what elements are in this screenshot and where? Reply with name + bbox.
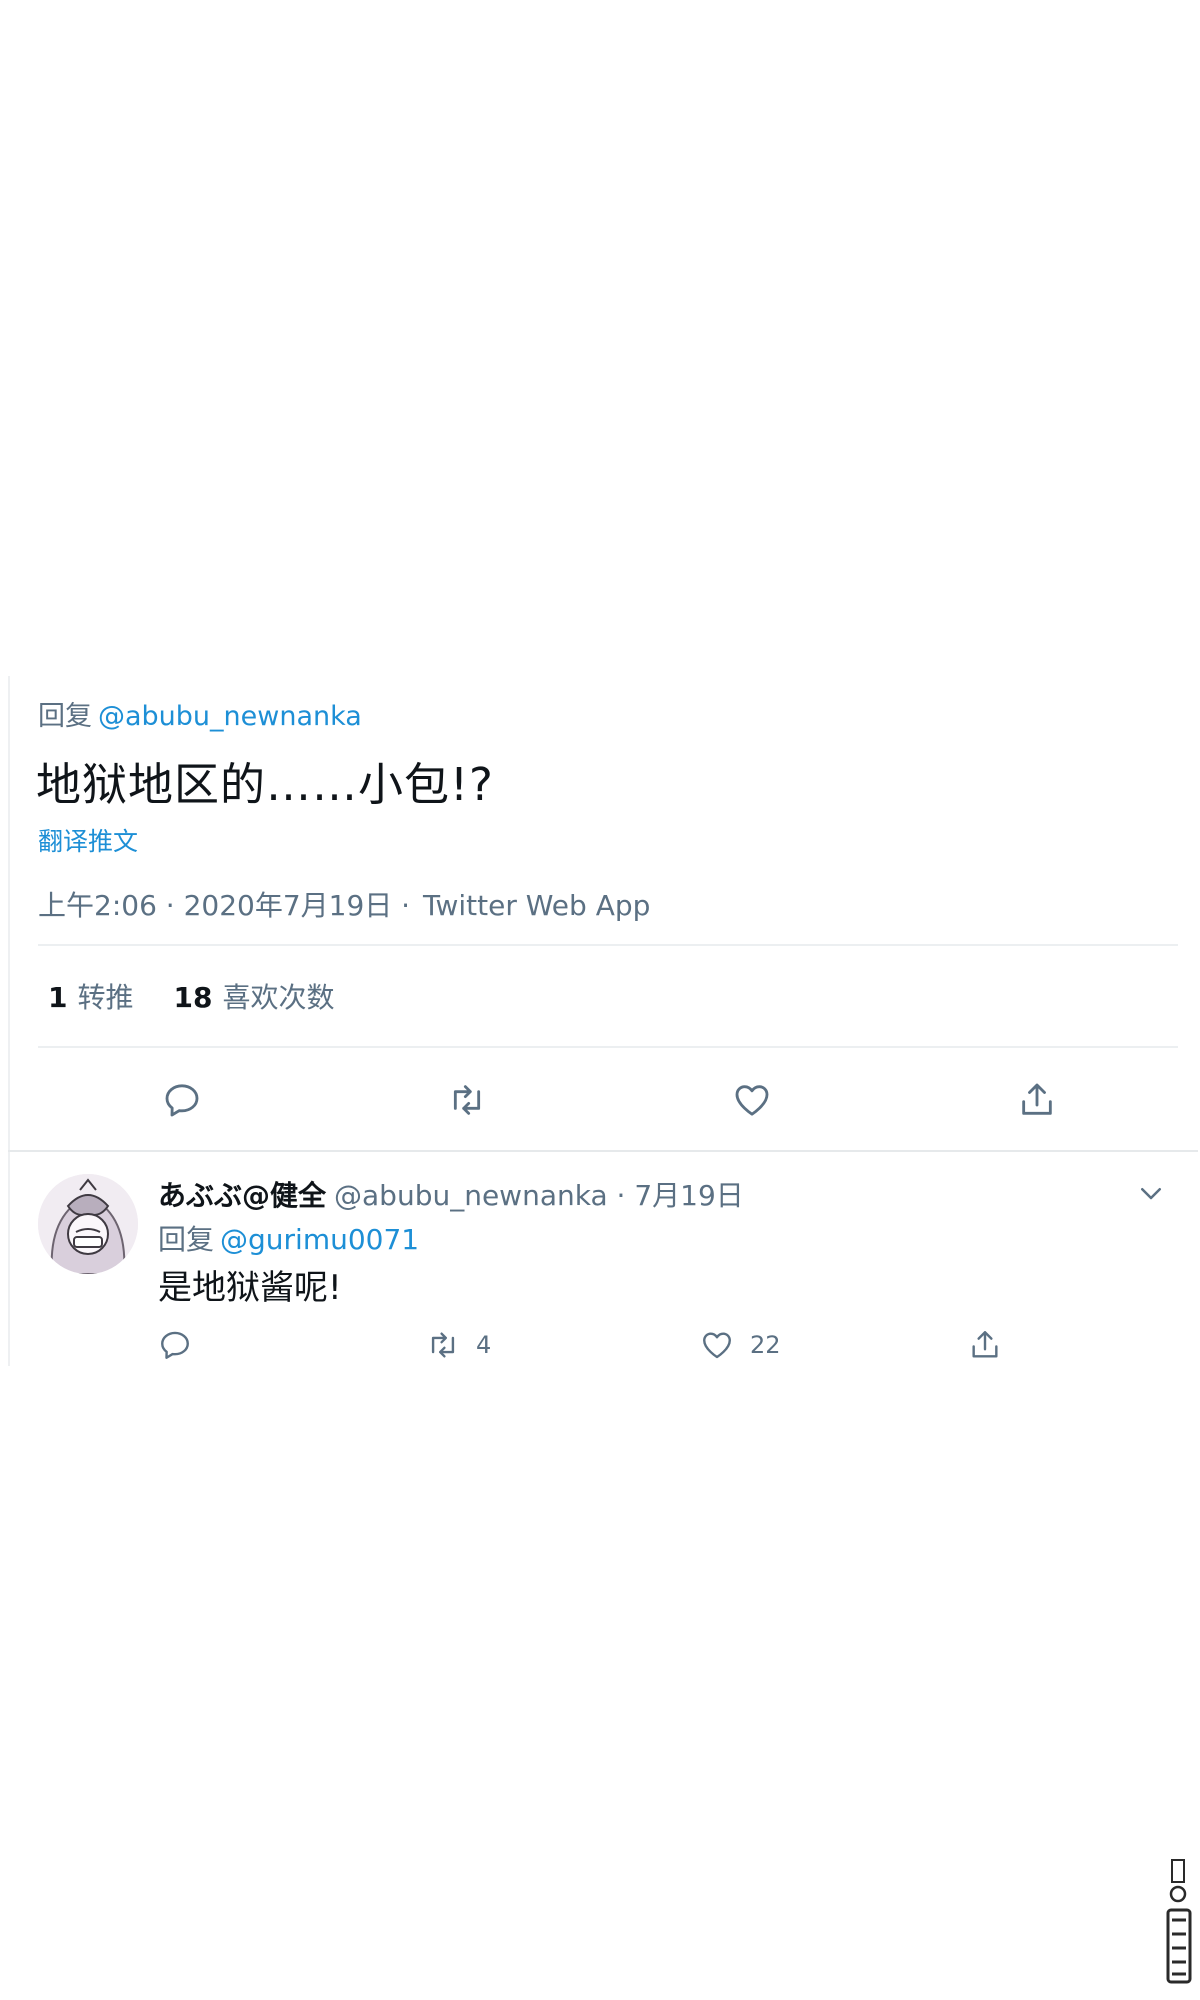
retweets-label: 转推 — [77, 981, 134, 1014]
like-button[interactable] — [728, 1076, 776, 1124]
tweet-meta: 上午2:06 · 2020年7月19日 · Twitter Web App — [38, 884, 650, 924]
reply-icon — [165, 1084, 199, 1117]
tweet-actions — [8, 1076, 1198, 1132]
reply-context: 回复 @abubu_newnanka — [38, 694, 362, 733]
reply-label: 回复 — [38, 701, 92, 732]
reply-text: 是地狱酱呢! — [158, 1268, 342, 1308]
reply-header: あぶぶ@健全 @abubu_newnanka · 7月19日 — [158, 1174, 744, 1214]
reply-label: 回复 — [158, 1223, 215, 1256]
tweet-source[interactable]: Twitter Web App — [423, 889, 650, 922]
reply-button[interactable] — [158, 1328, 192, 1362]
user-handle[interactable]: @abubu_newnanka · 7月19日 — [334, 1179, 744, 1212]
tweet-stats: 1 转推 18 喜欢次数 — [48, 976, 334, 1016]
retweets-stat[interactable]: 1 转推 — [48, 976, 134, 1016]
share-icon — [1022, 1083, 1052, 1115]
display-name[interactable]: あぶぶ@健全 — [158, 1179, 326, 1212]
retweet-icon — [431, 1332, 455, 1358]
reply-button[interactable] — [158, 1076, 206, 1124]
reply-actions: 4 22 — [8, 1328, 1198, 1368]
like-button[interactable]: 22 — [700, 1328, 781, 1362]
tweet-timestamp[interactable]: 上午2:06 · 2020年7月19日 · — [38, 889, 410, 922]
retweets-count: 1 — [48, 981, 68, 1014]
divider — [38, 1046, 1178, 1048]
avatar-image — [38, 1174, 138, 1274]
main-tweet: 回复 @abubu_newnanka 地狱地区的……小包!? 翻译推文 上午2:0… — [8, 676, 1198, 1150]
heart-icon — [735, 1085, 769, 1116]
reply-handle-link[interactable]: @abubu_newnanka — [98, 701, 362, 732]
retweet-button[interactable] — [443, 1076, 491, 1124]
like-count: 22 — [750, 1331, 781, 1359]
retweet-icon — [453, 1085, 481, 1115]
share-icon — [972, 1331, 998, 1358]
share-button[interactable] — [968, 1328, 1002, 1362]
heart-icon — [703, 1332, 731, 1359]
site-watermark-logo — [1164, 1852, 1192, 1988]
likes-stat[interactable]: 18 喜欢次数 — [174, 976, 335, 1016]
reply-handle-link[interactable]: @gurimu0071 — [220, 1223, 419, 1256]
divider — [38, 944, 1178, 946]
retweet-count: 4 — [476, 1331, 492, 1359]
tweet-text: 地狱地区的……小包!? — [36, 758, 494, 811]
likes-label: 喜欢次数 — [222, 981, 335, 1014]
retweet-button[interactable]: 4 — [426, 1328, 491, 1362]
translate-tweet-link[interactable]: 翻译推文 — [38, 822, 138, 858]
tweet-thread: 回复 @abubu_newnanka 地狱地区的……小包!? 翻译推文 上午2:0… — [8, 676, 1198, 1366]
avatar[interactable] — [38, 1174, 138, 1274]
likes-count: 18 — [173, 981, 213, 1014]
reply-icon — [161, 1331, 189, 1359]
reply-context: 回复 @gurimu0071 — [158, 1218, 419, 1258]
share-button[interactable] — [1013, 1076, 1061, 1124]
chevron-down-icon[interactable] — [1136, 1178, 1166, 1208]
reply-tweet: あぶぶ@健全 @abubu_newnanka · 7月19日 回复 @gurimu0… — [8, 1152, 1198, 1366]
